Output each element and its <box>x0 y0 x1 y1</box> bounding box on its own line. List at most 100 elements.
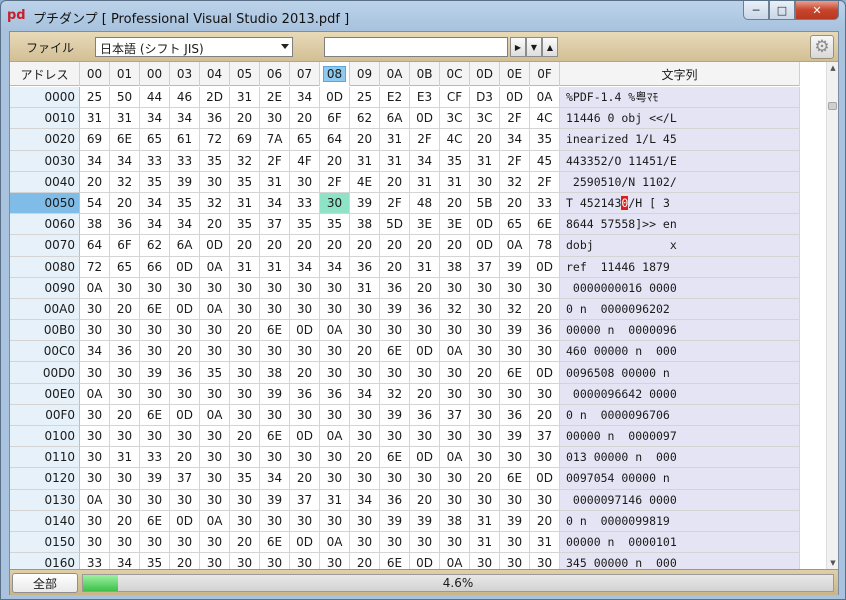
byte-cell[interactable]: 20 <box>380 171 410 193</box>
table-row[interactable]: 00F0 30 20 6E 0D 0A 30 30 30 30 30 39 36 37 30 36 20 0 n … <box>10 404 800 426</box>
byte-cell[interactable]: 30 <box>530 489 560 511</box>
byte-cell[interactable]: 20 <box>290 108 320 130</box>
byte-cell[interactable]: 2F <box>500 108 530 130</box>
table-row[interactable]: 0030 34 34 33 33 35 32 2F 4F 20 31 31 34 35 31 2F 45 4433… <box>10 150 800 172</box>
address-cell[interactable]: 0100 <box>10 426 80 448</box>
byte-cell[interactable]: 30 <box>110 489 140 511</box>
byte-cell[interactable]: 0A <box>200 510 230 532</box>
byte-cell[interactable]: 62 <box>140 235 170 257</box>
byte-cell[interactable]: 30 <box>200 447 230 469</box>
text-cell[interactable]: 0 n 0000096706 <box>560 404 800 426</box>
byte-cell[interactable]: 30 <box>440 383 470 405</box>
byte-cell[interactable]: 30 <box>290 171 320 193</box>
byte-cell[interactable]: 30 <box>500 553 530 569</box>
byte-cell[interactable]: 37 <box>170 468 200 490</box>
byte-cell[interactable]: 0D <box>290 320 320 342</box>
byte-cell[interactable]: 20 <box>80 171 110 193</box>
text-cell[interactable]: 443352/O 11451/E <box>560 150 800 172</box>
byte-cell[interactable]: 30 <box>170 531 200 554</box>
byte-cell[interactable]: 48 <box>410 192 440 215</box>
byte-cell[interactable]: 30 <box>260 447 290 469</box>
byte-cell[interactable]: 2F <box>260 150 290 172</box>
byte-cell[interactable]: 30 <box>140 489 170 511</box>
byte-cell[interactable]: 30 <box>80 426 110 448</box>
byte-cell[interactable]: 30 <box>230 447 260 469</box>
address-cell[interactable]: 00F0 <box>10 404 80 426</box>
address-cell[interactable]: 0060 <box>10 214 80 236</box>
text-cell[interactable]: 00000 n 0000097 <box>560 426 800 448</box>
byte-cell[interactable]: 30 <box>140 383 170 405</box>
address-cell[interactable]: 0090 <box>10 277 80 299</box>
byte-cell[interactable]: 64 <box>80 235 110 257</box>
byte-cell[interactable]: 39 <box>350 192 380 215</box>
byte-cell[interactable]: 31 <box>230 192 260 215</box>
byte-cell[interactable]: 78 <box>530 235 560 257</box>
byte-cell[interactable]: 2E <box>260 87 290 109</box>
byte-cell[interactable]: 30 <box>170 320 200 342</box>
byte-cell[interactable]: 20 <box>410 235 440 257</box>
byte-cell[interactable]: 20 <box>440 235 470 257</box>
byte-cell[interactable]: 34 <box>350 489 380 511</box>
address-cell[interactable]: 0000 <box>10 87 80 109</box>
byte-cell[interactable]: 30 <box>500 341 530 363</box>
byte-cell[interactable]: 6E <box>500 468 530 490</box>
byte-cell[interactable]: 30 <box>320 468 350 490</box>
byte-cell[interactable]: 0A <box>80 277 110 299</box>
byte-cell[interactable]: 36 <box>380 489 410 511</box>
byte-cell[interactable]: 33 <box>170 150 200 172</box>
byte-cell[interactable]: 30 <box>110 362 140 384</box>
table-row[interactable]: 00D0 30 30 39 36 35 30 38 20 30 30 30 30 30 20 6E 0D 0096… <box>10 362 800 384</box>
byte-cell[interactable]: 30 <box>530 553 560 569</box>
byte-cell[interactable]: 34 <box>110 150 140 172</box>
byte-cell[interactable]: 30 <box>140 320 170 342</box>
text-cell[interactable]: 00000 n 0000096 <box>560 320 800 342</box>
byte-cell[interactable]: 0D <box>410 341 440 363</box>
byte-cell[interactable]: 20 <box>290 362 320 384</box>
byte-cell[interactable]: 30 <box>110 277 140 299</box>
byte-cell[interactable]: 33 <box>140 447 170 469</box>
byte-cell[interactable]: 6F <box>110 235 140 257</box>
byte-cell[interactable]: 38 <box>440 510 470 532</box>
byte-cell[interactable]: 6E <box>380 447 410 469</box>
byte-cell[interactable]: 6F <box>320 108 350 130</box>
byte-cell[interactable]: 30 <box>80 468 110 490</box>
byte-cell[interactable]: 35 <box>530 129 560 151</box>
byte-cell[interactable]: 30 <box>470 426 500 448</box>
byte-cell[interactable]: 20 <box>110 298 140 321</box>
byte-cell[interactable]: 2F <box>380 192 410 215</box>
byte-cell[interactable]: 30 <box>470 277 500 299</box>
address-cell[interactable]: 0150 <box>10 531 80 554</box>
byte-cell[interactable]: 32 <box>500 298 530 321</box>
byte-cell[interactable]: 37 <box>440 404 470 426</box>
search-next-button[interactable]: ▼ <box>526 37 542 57</box>
byte-cell[interactable]: 30 <box>500 489 530 511</box>
byte-cell[interactable]: 20 <box>500 192 530 215</box>
byte-cell[interactable]: 30 <box>530 447 560 469</box>
text-cell[interactable]: 0096508 00000 n <box>560 362 800 384</box>
byte-cell[interactable]: 4E <box>350 171 380 193</box>
table-row[interactable]: 0100 30 30 30 30 30 20 6E 0D 0A 30 30 30 30 30 39 37 0000… <box>10 426 800 448</box>
byte-cell[interactable]: 2F <box>410 129 440 151</box>
text-cell[interactable]: 0000000016 0000 <box>560 277 800 299</box>
byte-cell[interactable]: 30 <box>290 298 320 321</box>
byte-cell[interactable]: 33 <box>290 192 320 215</box>
byte-cell[interactable]: 30 <box>230 510 260 532</box>
byte-cell[interactable]: 30 <box>290 404 320 426</box>
byte-cell[interactable]: 6A <box>380 108 410 130</box>
byte-cell[interactable]: 30 <box>530 277 560 299</box>
byte-cell[interactable]: 20 <box>470 468 500 490</box>
hex-grid[interactable]: アドレス 00 01 00 03 04 05 06 07 08 09 0A 0B 0C 0D 0E 0F 文字列… <box>10 62 826 569</box>
byte-cell[interactable]: 39 <box>140 468 170 490</box>
byte-cell[interactable]: 30 <box>140 531 170 554</box>
byte-cell[interactable]: 30 <box>350 426 380 448</box>
byte-cell[interactable]: 3E <box>440 214 470 236</box>
byte-cell[interactable]: 2F <box>530 171 560 193</box>
byte-cell[interactable]: 30 <box>170 277 200 299</box>
byte-cell[interactable]: 30 <box>350 320 380 342</box>
text-cell[interactable]: 0 n 0000099819 <box>560 510 800 532</box>
byte-cell[interactable]: 30 <box>440 320 470 342</box>
byte-cell[interactable]: 44 <box>140 87 170 109</box>
byte-cell[interactable]: 30 <box>230 404 260 426</box>
byte-cell[interactable]: 30 <box>350 298 380 321</box>
byte-cell[interactable]: 20 <box>170 553 200 569</box>
